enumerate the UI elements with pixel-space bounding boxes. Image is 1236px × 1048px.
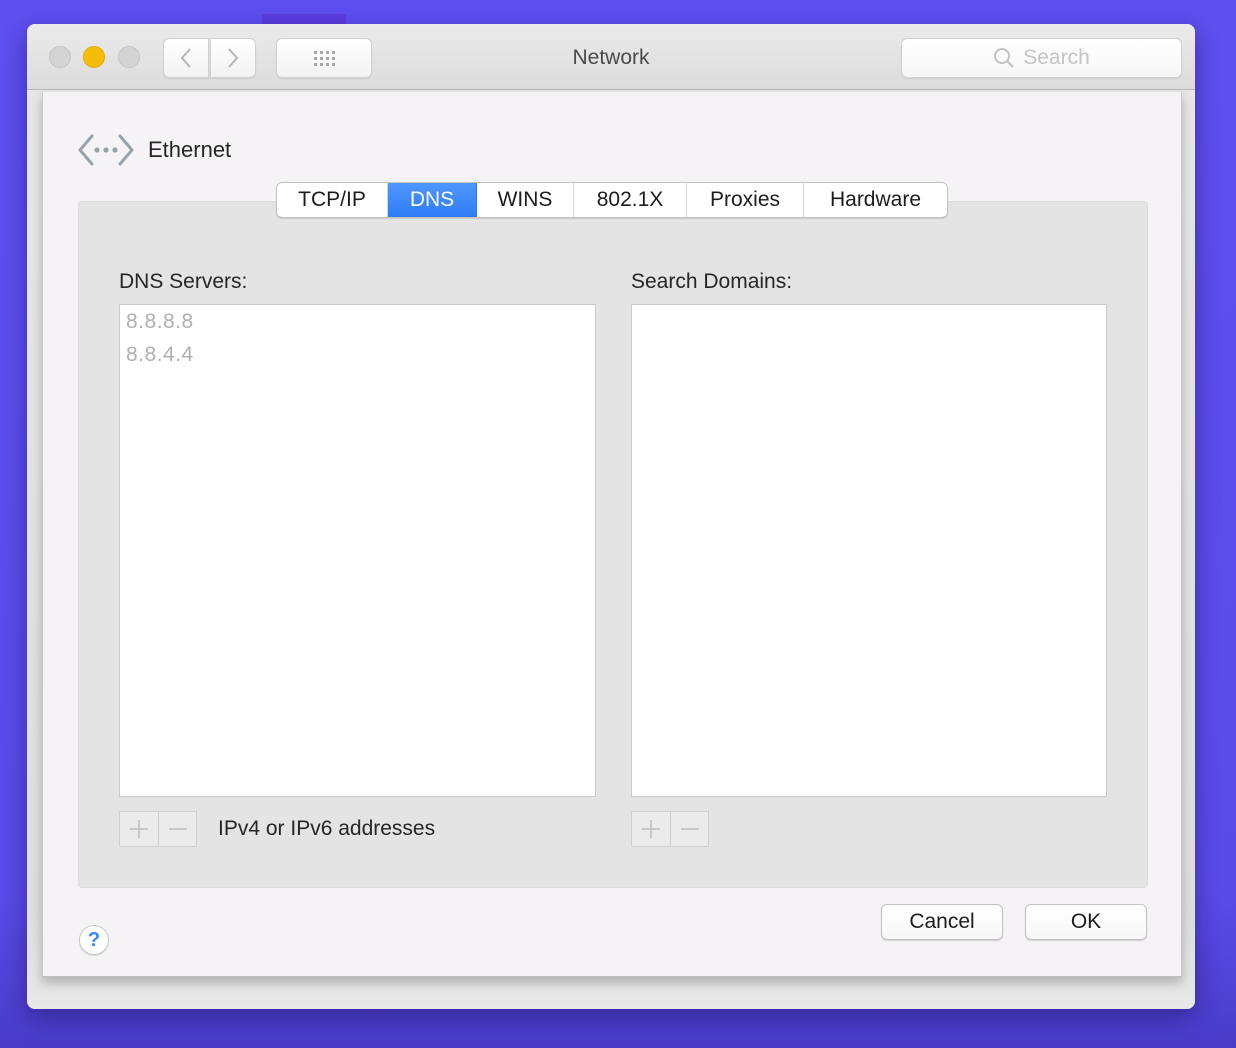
dns-servers-list[interactable]: 8.8.8.8 8.8.4.4: [119, 304, 596, 797]
dns-server-item[interactable]: 8.8.8.8: [120, 305, 595, 338]
search-domains-list[interactable]: [631, 304, 1107, 797]
interface-name: Ethernet: [148, 137, 232, 162]
tab-hardware[interactable]: Hardware: [804, 183, 947, 217]
help-icon: ?: [87, 928, 101, 951]
remove-dns-server-button[interactable]: [158, 812, 196, 846]
add-dns-server-button[interactable]: [120, 812, 158, 846]
search-placeholder: Search: [1023, 46, 1090, 69]
minus-icon: [168, 828, 187, 830]
plus-icon: [130, 820, 148, 838]
cancel-button[interactable]: Cancel: [881, 904, 1003, 940]
add-search-domain-button[interactable]: [632, 812, 670, 846]
dns-servers-add-remove: [119, 811, 197, 847]
ok-button[interactable]: OK: [1025, 904, 1147, 940]
title-bar: Network Search: [27, 24, 1195, 90]
dns-servers-hint: IPv4 or IPv6 addresses: [218, 817, 436, 840]
dns-server-item[interactable]: 8.8.4.4: [120, 338, 595, 371]
plus-icon: [642, 820, 660, 838]
tab-dns[interactable]: DNS: [388, 183, 477, 217]
search-icon: [994, 48, 1014, 68]
tab-802-1x[interactable]: 802.1X: [574, 183, 687, 217]
background-tab-strip: [262, 14, 346, 24]
minus-icon: [680, 828, 699, 830]
remove-search-domain-button[interactable]: [670, 812, 708, 846]
tab-content-panel: DNS Servers: 8.8.8.8 8.8.4.4 IPv4 or IPv…: [78, 201, 1148, 888]
search-input[interactable]: Search: [901, 38, 1182, 78]
dns-servers-label: DNS Servers:: [119, 270, 248, 293]
tab-tcp-ip[interactable]: TCP/IP: [277, 183, 388, 217]
interface-header: Ethernet: [78, 130, 231, 170]
search-domains-label: Search Domains:: [631, 270, 793, 293]
network-preferences-window: Network Search Ethernet DNS Servers: 8.8…: [27, 24, 1195, 1009]
tab-proxies[interactable]: Proxies: [687, 183, 804, 217]
search-domains-add-remove: [631, 811, 709, 847]
ethernet-icon: [78, 134, 134, 166]
settings-tab-bar: TCP/IP DNS WINS 802.1X Proxies Hardware: [276, 182, 948, 218]
tab-wins[interactable]: WINS: [477, 183, 574, 217]
help-button[interactable]: ?: [79, 925, 109, 955]
dns-settings-sheet: Ethernet DNS Servers: 8.8.8.8 8.8.4.4 IP…: [42, 92, 1182, 977]
